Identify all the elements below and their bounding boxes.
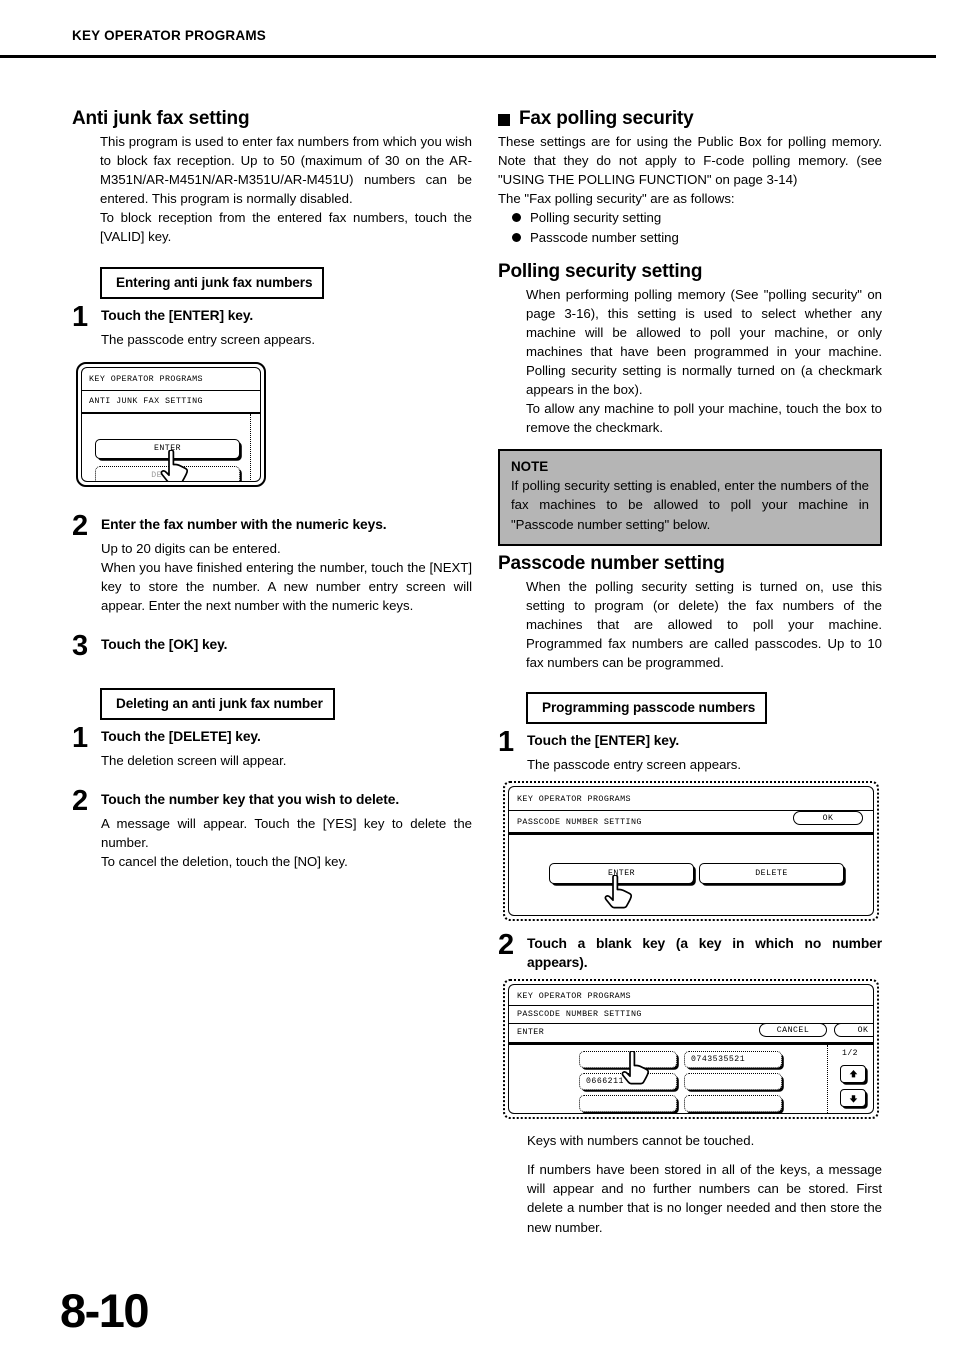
lcd-passcode-key-0743535521[interactable]: 0743535521 <box>684 1051 782 1069</box>
step-deleting-2: 2 Touch the number key that you wish to … <box>72 785 472 871</box>
programming-passcode-numbers-heading: Programming passcode numbers <box>526 692 768 725</box>
lcd-screen-subtitle: PASSCODE NUMBER SETTING <box>517 817 642 828</box>
bullet-label: Passcode number setting <box>530 229 679 245</box>
step-number: 3 <box>72 630 89 663</box>
fax-polling-security-heading-text: Fax polling security <box>519 108 694 129</box>
anti-junk-fax-setting-heading: Anti junk fax setting <box>72 108 250 129</box>
step-title: Touch the [ENTER] key. <box>101 307 254 323</box>
arrow-up-icon <box>849 1069 857 1078</box>
anti-junk-paragraph-2: To block reception from the entered fax … <box>100 210 472 245</box>
step-number: 1 <box>72 722 89 755</box>
step-title: Touch the [ENTER] key. <box>527 733 680 749</box>
step-number: 1 <box>72 300 89 333</box>
lcd-passcode-key-blank-2[interactable] <box>684 1073 782 1091</box>
entering-anti-junk-fax-numbers-heading: Entering anti junk fax numbers <box>100 266 325 299</box>
step-number: 1 <box>498 726 515 759</box>
page-number: 8-10 <box>60 1284 150 1337</box>
bullet-item-polling-security-setting: Polling security setting <box>512 208 882 228</box>
polling-security-setting-heading: Polling security setting <box>498 260 703 282</box>
lcd-cancel-button[interactable]: CANCEL <box>759 1023 827 1038</box>
step-entering-3: 3 Touch the [OK] key. <box>72 630 472 663</box>
lcd-mode-label: ENTER <box>517 1027 545 1038</box>
square-bullet-icon <box>498 114 510 126</box>
dot-bullet-icon <box>512 213 521 223</box>
fax-polling-security-heading: Fax polling security <box>498 108 882 130</box>
step-passcode-2: 2 Touch a blank key (a key in which no n… <box>498 929 882 972</box>
step-number: 2 <box>498 929 515 962</box>
page-header: KEY OPERATOR PROGRAMS <box>0 0 954 58</box>
step-description: The passcode entry screen appears. <box>101 331 316 347</box>
anti-junk-paragraph-1: This program is used to enter fax number… <box>100 134 472 207</box>
lcd-screen-subtitle: ANTI JUNK FAX SETTING <box>89 395 203 406</box>
step-deleting-1: 1 Touch the [DELETE] key. The deletion s… <box>72 722 472 770</box>
lcd-enter-button[interactable]: ENTER <box>549 863 694 885</box>
step-title: Touch the [DELETE] key. <box>101 729 261 745</box>
step-number: 2 <box>72 785 89 818</box>
note-text: If polling security setting is enabled, … <box>511 478 869 532</box>
lcd-scroll-down-button[interactable] <box>840 1089 866 1108</box>
step-description: The deletion screen will appear. <box>101 753 287 769</box>
passcode-number-setting-heading: Passcode number setting <box>498 552 725 574</box>
lcd-passcode-key-0666211[interactable]: 0666211 <box>579 1073 677 1091</box>
step-title: Enter the fax number with the numeric ke… <box>101 516 387 532</box>
step-title: Touch the number key that you wish to de… <box>101 792 400 808</box>
bullet-label: Polling security setting <box>530 210 662 226</box>
lcd-delete-button[interactable]: DELETE <box>95 465 240 481</box>
dot-bullet-icon <box>512 232 521 242</box>
fax-polling-paragraph-1: These settings are for using the Public … <box>498 134 882 188</box>
note-label: NOTE <box>511 459 549 475</box>
step-description: Up to 20 digits can be entered. When you… <box>101 540 472 613</box>
deleting-anti-junk-fax-number-heading: Deleting an anti junk fax number <box>100 688 335 721</box>
fax-polling-paragraph-2: The "Fax polling security" are as follow… <box>498 191 735 207</box>
step-description: A message will appear. Touch the [YES] k… <box>101 816 472 870</box>
lcd-screen-subtitle: PASSCODE NUMBER SETTING <box>517 1009 642 1020</box>
lcd-screen-title: KEY OPERATOR PROGRAMS <box>89 373 203 384</box>
polling-security-paragraph-2: To allow any machine to poll your machin… <box>526 401 882 436</box>
step-description: The passcode entry screen appears. <box>527 757 742 773</box>
arrow-down-icon <box>849 1094 857 1103</box>
lcd-ok-button[interactable]: OK <box>793 811 863 826</box>
polling-security-paragraph-1: When performing polling memory (See "pol… <box>526 286 882 398</box>
note-box: NOTE If polling security setting is enab… <box>498 449 882 546</box>
step-title: Touch the [OK] key. <box>101 637 228 653</box>
lcd-anti-junk-fax-setting: KEY OPERATOR PROGRAMS ANTI JUNK FAX SETT… <box>76 361 266 487</box>
lcd-scroll-up-button[interactable] <box>840 1065 866 1084</box>
bullet-item-passcode-number-setting: Passcode number setting <box>512 228 882 248</box>
step-entering-2: 2 Enter the fax number with the numeric … <box>72 509 472 615</box>
lcd-delete-button[interactable]: DELETE <box>699 863 844 885</box>
lcd-page-indicator: 1/2 <box>842 1049 858 1059</box>
lcd-passcode-key-blank-4[interactable] <box>684 1095 782 1113</box>
lcd-passcode-key-blank-3[interactable] <box>579 1095 677 1113</box>
passcode-number-paragraph-1: When the polling security setting is tur… <box>526 578 882 670</box>
lcd-passcode-number-setting-2: KEY OPERATOR PROGRAMS PASSCODE NUMBER SE… <box>503 979 879 1120</box>
step-entering-1: 1 Touch the [ENTER] key. The passcode en… <box>72 300 472 349</box>
step-number: 2 <box>72 509 89 542</box>
right-column: Fax polling security These settings are … <box>498 108 882 1237</box>
lcd-screen-title: KEY OPERATOR PROGRAMS <box>517 991 631 1002</box>
lcd-ok-button[interactable]: OK <box>834 1023 873 1038</box>
lcd-screen-title: KEY OPERATOR PROGRAMS <box>517 794 631 805</box>
trailing-paragraph-2: If numbers have been stored in all of th… <box>527 1162 882 1235</box>
step-passcode-1: 1 Touch the [ENTER] key. The passcode en… <box>498 726 882 774</box>
lcd-passcode-number-setting-1: KEY OPERATOR PROGRAMS PASSCODE NUMBER SE… <box>503 781 879 922</box>
page-header-title: KEY OPERATOR PROGRAMS <box>72 28 266 43</box>
lcd-passcode-key-blank-1[interactable] <box>579 1051 677 1069</box>
trailing-paragraph-1: Keys with numbers cannot be touched. <box>527 1133 755 1149</box>
lcd-enter-button[interactable]: ENTER <box>95 438 240 459</box>
left-column: Anti junk fax setting This program is us… <box>72 108 472 871</box>
header-divider <box>0 55 936 58</box>
step-title: Touch a blank key (a key in which no num… <box>527 936 882 971</box>
